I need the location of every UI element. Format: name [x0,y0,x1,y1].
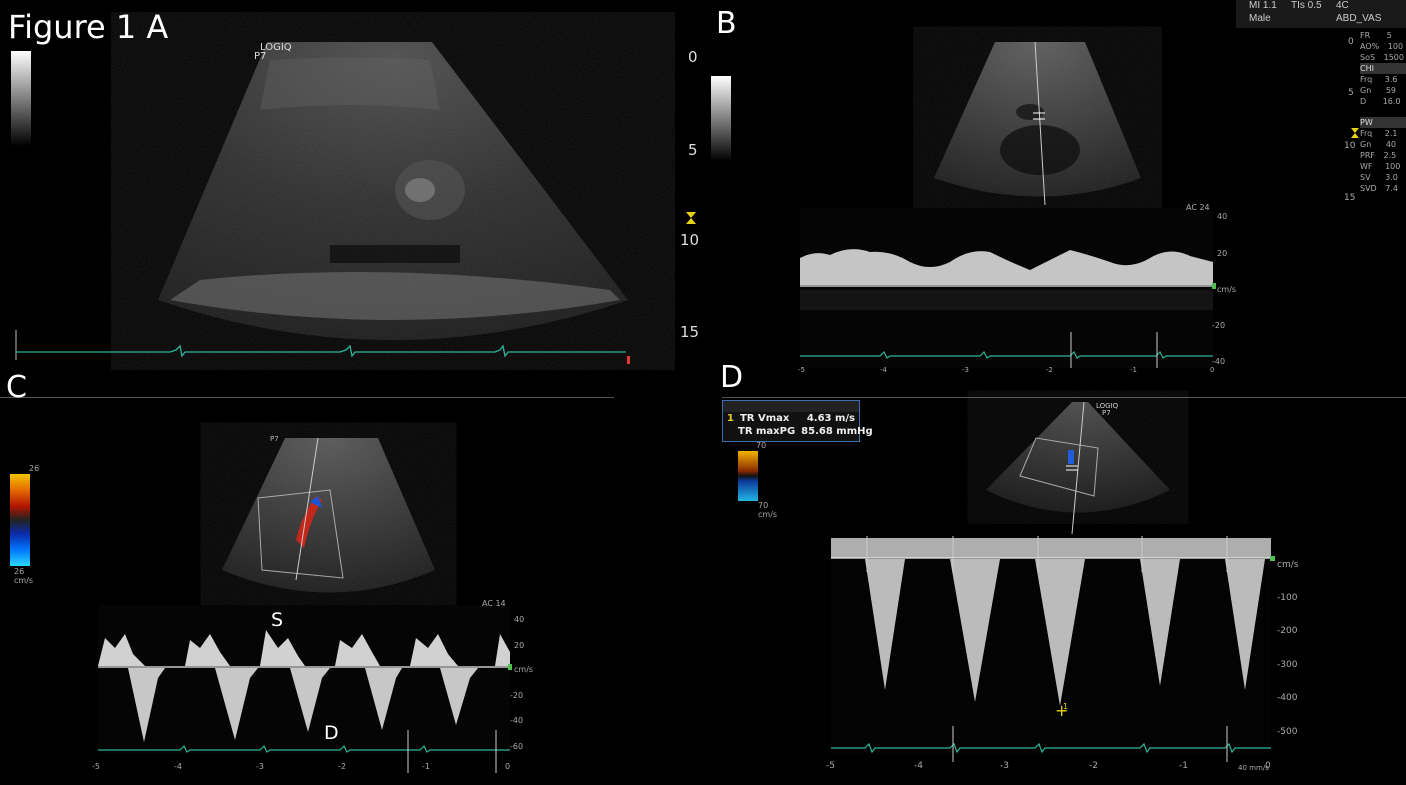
svg-text:-300: -300 [1277,660,1298,670]
focus-marker-a [686,212,696,224]
svg-text:cm/s: cm/s [1217,285,1236,294]
annotation-s: S [271,609,283,631]
svg-text:0: 0 [688,48,698,66]
ecg-trace-a [16,344,626,358]
svg-text:20: 20 [514,641,524,650]
svg-text:-3: -3 [256,762,264,771]
panel-d-ultrasound: LOGIQ P7 cm/s -100 -200 -300 -400 -500 +… [826,401,1299,772]
svg-text:-2: -2 [1089,761,1098,771]
svg-text:0: 0 [505,762,510,771]
svg-text:-2: -2 [338,762,346,771]
svg-text:P7: P7 [1102,409,1111,417]
svg-text:-3: -3 [1000,761,1009,771]
logo-model: P7 [254,51,266,62]
panel-c-ultrasound: P7 AC 14 40 20 cm/s -20 -40 -60 S D -5 -… [92,435,533,773]
panel-a-ultrasound: LOGIQ P7 0 5 10 15 [15,42,699,364]
svg-text:0: 0 [1348,37,1354,47]
svg-text:15: 15 [1344,193,1355,203]
svg-text:10: 10 [680,231,699,249]
panel-b-ultrasound: 0 5 10 15 AC 24 40 20 cm/s -20 -40 -5 -4… [798,37,1359,374]
svg-text:cm/s: cm/s [1277,560,1299,570]
svg-text:-5: -5 [92,762,100,771]
svg-text:-2: -2 [1046,366,1053,374]
svg-text:AC 14: AC 14 [482,599,506,608]
svg-text:-5: -5 [798,366,805,374]
svg-text:-60: -60 [510,742,523,751]
svg-text:-100: -100 [1277,593,1298,603]
annotation-d: D [324,722,339,744]
svg-text:20: 20 [1217,249,1227,258]
svg-text:-500: -500 [1277,727,1298,737]
svg-text:AC 24: AC 24 [1186,203,1210,212]
svg-text:40: 40 [514,615,524,624]
svg-text:-200: -200 [1277,626,1298,636]
svg-text:-4: -4 [174,762,182,771]
svg-text:-400: -400 [1277,693,1298,703]
svg-text:40: 40 [1217,212,1227,221]
svg-text:-40: -40 [1212,357,1225,366]
svg-text:-20: -20 [1212,321,1225,330]
svg-text:cm/s: cm/s [514,665,533,674]
svg-text:-3: -3 [962,366,969,374]
svg-text:5: 5 [688,141,698,159]
svg-text:5: 5 [1348,88,1354,98]
svg-text:-1: -1 [1130,366,1137,374]
svg-text:-4: -4 [880,366,888,374]
svg-text:40 mm/s: 40 mm/s [1238,764,1269,772]
svg-text:-40: -40 [510,716,523,725]
svg-text:-20: -20 [510,691,523,700]
svg-text:10: 10 [1344,141,1356,151]
svg-text:P7: P7 [270,435,279,443]
svg-text:1: 1 [1063,702,1068,711]
svg-text:0: 0 [1210,366,1214,374]
svg-text:-4: -4 [914,761,923,771]
svg-text:15: 15 [680,323,699,341]
svg-text:-1: -1 [1179,761,1188,771]
focus-marker-b [1351,128,1359,138]
svg-text:-5: -5 [826,761,835,771]
svg-text:-1: -1 [422,762,430,771]
